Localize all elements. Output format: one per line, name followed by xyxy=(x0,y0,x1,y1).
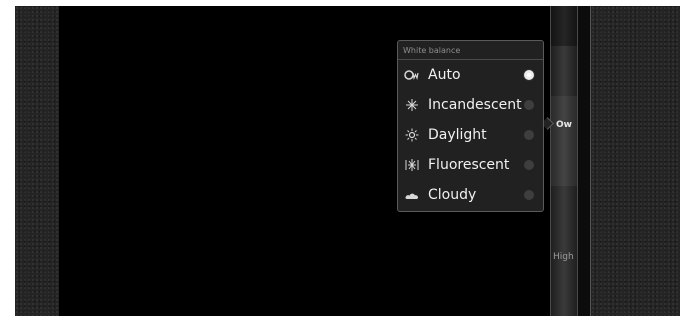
cloudy-icon xyxy=(404,188,420,202)
option-incandescent[interactable]: Incandescent xyxy=(398,90,543,120)
option-daylight[interactable]: Daylight xyxy=(398,120,543,150)
fluorescent-icon xyxy=(404,158,420,172)
radio-selected-auto xyxy=(524,70,534,80)
option-fluorescent[interactable]: Fluorescent xyxy=(398,150,543,180)
left-edge-strip xyxy=(15,6,59,316)
radio-unselected-fluorescent xyxy=(524,160,534,170)
option-cloudy[interactable]: Cloudy xyxy=(398,180,543,210)
settings-bar-top-segment xyxy=(551,6,577,46)
option-auto[interactable]: Auto xyxy=(398,60,543,90)
option-label-fluorescent: Fluorescent xyxy=(428,157,510,173)
option-label-daylight: Daylight xyxy=(428,127,487,143)
settings-bar[interactable] xyxy=(550,6,578,316)
option-label-incandescent: Incandescent xyxy=(428,97,522,113)
settings-bar-middle-segment xyxy=(551,96,577,186)
option-label-auto: Auto xyxy=(428,67,461,83)
incandescent-icon xyxy=(404,98,420,112)
quality-setting-label: High xyxy=(553,252,574,262)
camera-control-panel xyxy=(590,6,680,316)
radio-unselected-incandescent xyxy=(524,100,534,110)
popup-title: White balance xyxy=(403,46,461,55)
option-label-cloudy: Cloudy xyxy=(428,187,477,203)
camera-screen: Ow High White balance Auto Incandescent … xyxy=(15,6,680,316)
auto-white-balance-icon xyxy=(404,68,420,82)
white-balance-popup: White balance Auto Incandescent Daylight… xyxy=(397,40,544,212)
radio-unselected-cloudy xyxy=(524,190,534,200)
white-balance-bar-icon[interactable]: Ow xyxy=(556,120,576,132)
daylight-icon xyxy=(404,128,420,142)
radio-unselected-daylight xyxy=(524,130,534,140)
